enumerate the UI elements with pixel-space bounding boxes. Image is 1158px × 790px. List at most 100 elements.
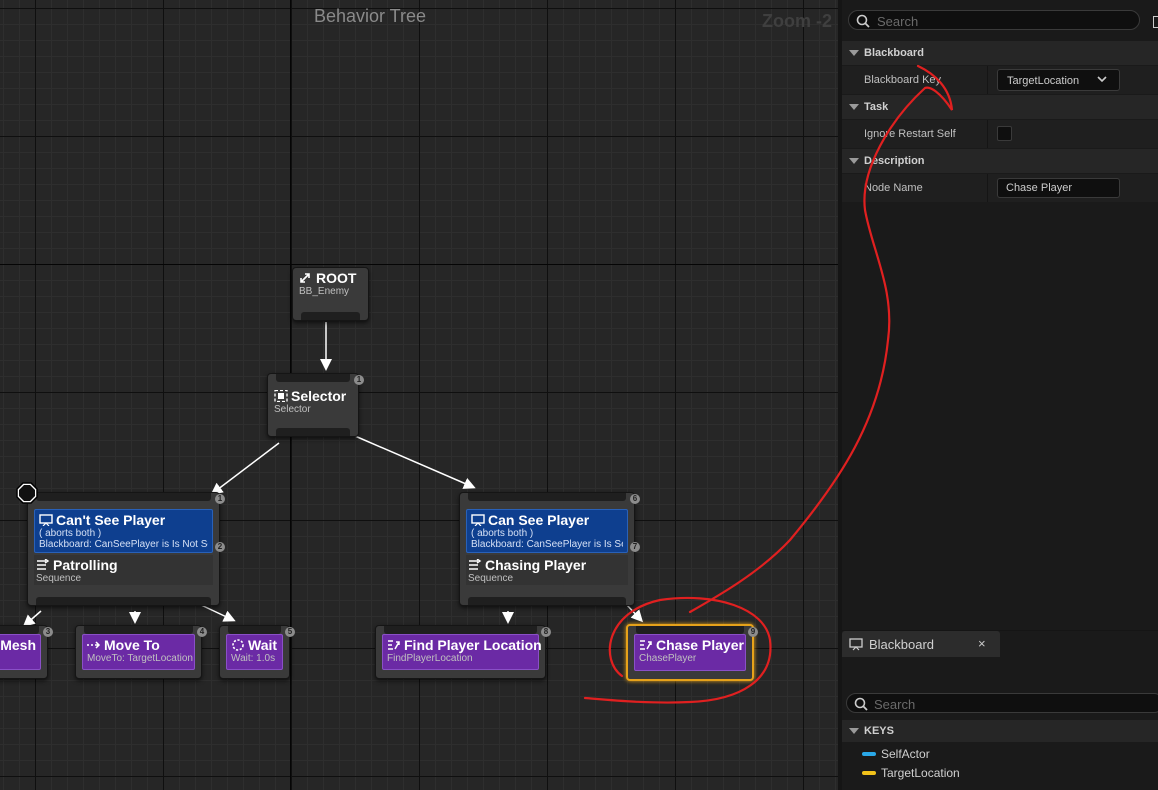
blackboard-search-input[interactable]: Search bbox=[846, 693, 1158, 713]
chasing-player-node[interactable]: 6 Can See Player ( aborts both ) Blackbo… bbox=[459, 492, 640, 606]
mesh-input-pin[interactable] bbox=[0, 626, 39, 634]
blackboard-key-dropdown[interactable]: TargetLocation bbox=[997, 69, 1120, 91]
decorator-index-badge: 7 bbox=[630, 542, 640, 552]
collapse-arrow-icon bbox=[849, 728, 859, 734]
mesh-task-node[interactable]: 3 Mesh bbox=[0, 625, 53, 679]
blackboard-icon bbox=[849, 638, 863, 651]
root-output-pin[interactable] bbox=[301, 312, 360, 320]
collapse-arrow-icon bbox=[849, 104, 859, 110]
chase-player-input-pin[interactable] bbox=[636, 626, 744, 634]
root-node[interactable]: ROOT BB_Enemy bbox=[292, 267, 369, 321]
chevron-down-icon bbox=[1097, 76, 1107, 83]
details-search-input[interactable]: Search bbox=[848, 10, 1140, 30]
collapse-arrow-icon bbox=[849, 50, 859, 56]
patrolling-title: Patrolling bbox=[36, 557, 211, 573]
wait-subtitle: Wait: 1.0s bbox=[231, 653, 276, 664]
patrolling-node[interactable]: 1 Can't See Player ( aborts both ) Black… bbox=[27, 492, 225, 606]
blackboard-key-label: Blackboard Key bbox=[864, 74, 942, 86]
find-player-subtitle: FindPlayerLocation bbox=[387, 653, 473, 664]
selector-icon bbox=[274, 390, 288, 402]
mesh-index-badge: 3 bbox=[43, 627, 53, 637]
chasing-subtitle: Sequence bbox=[468, 573, 514, 584]
wait-icon bbox=[232, 639, 244, 651]
blackboard-icon bbox=[39, 514, 53, 526]
selector-input-pin[interactable] bbox=[276, 374, 350, 382]
details-panel: Search Blackboard Blackboard Key TargetL… bbox=[842, 0, 1158, 630]
blackboard-tab-label: Blackboard bbox=[869, 637, 935, 652]
root-subtitle: BB_Enemy bbox=[299, 286, 350, 297]
root-title: ROOT bbox=[299, 270, 362, 286]
node-name-label: Node Name bbox=[864, 182, 923, 194]
selector-title-text: Selector bbox=[291, 388, 347, 404]
chasing-title: Chasing Player bbox=[468, 557, 626, 573]
object-key-swatch bbox=[862, 752, 876, 756]
decorator-aborts: ( aborts both ) bbox=[471, 528, 534, 539]
section-task-label: Task bbox=[864, 101, 889, 113]
move-to-input-pin[interactable] bbox=[84, 626, 193, 634]
wait-input-pin[interactable] bbox=[228, 626, 281, 634]
wait-index-badge: 5 bbox=[285, 627, 295, 637]
selector-output-pin[interactable] bbox=[276, 428, 350, 436]
vector-key-swatch bbox=[862, 771, 876, 775]
patrolling-subtitle: Sequence bbox=[36, 573, 82, 584]
row-divider bbox=[987, 66, 988, 94]
keys-header-label: KEYS bbox=[864, 725, 894, 737]
settings-icon[interactable] bbox=[1153, 16, 1158, 28]
wait-title: Wait bbox=[231, 637, 278, 653]
selector-subtitle: Selector bbox=[274, 404, 311, 415]
chase-player-task-node[interactable]: 9 Chase Player ChasePlayer bbox=[626, 624, 758, 681]
mesh-title: Mesh bbox=[0, 637, 36, 653]
collapse-arrow-icon bbox=[849, 158, 859, 164]
keys-section-header[interactable]: KEYS bbox=[842, 720, 1158, 742]
sequence-icon bbox=[37, 559, 50, 570]
root-title-text: ROOT bbox=[316, 270, 357, 286]
key-item-self-actor[interactable]: SelfActor bbox=[862, 747, 930, 761]
blackboard-icon bbox=[471, 514, 485, 526]
search-icon bbox=[856, 14, 870, 28]
can-see-player-decorator[interactable]: Can See Player ( aborts both ) Blackboar… bbox=[466, 509, 628, 553]
task-icon bbox=[388, 640, 400, 650]
selector-node[interactable]: 1 Selector Selector bbox=[267, 373, 364, 437]
patrolling-index-badge: 1 bbox=[215, 494, 225, 504]
chasing-index-badge: 6 bbox=[630, 494, 640, 504]
move-to-title: Move To bbox=[87, 637, 190, 653]
chase-player-subtitle: ChasePlayer bbox=[639, 653, 697, 664]
behavior-tree-graph[interactable]: Behavior Tree Zoom -2 ROOT BB_Enemy 1 Se… bbox=[0, 0, 838, 790]
chasing-input-pin[interactable] bbox=[468, 493, 626, 501]
node-name-input[interactable]: Chase Player bbox=[997, 178, 1120, 198]
find-player-title-text: Find Player Location bbox=[404, 637, 542, 653]
row-blackboard-key: Blackboard Key TargetLocation bbox=[842, 66, 1158, 94]
blackboard-panel: Blackboard × Search KEYS SelfActor Targe… bbox=[842, 631, 1158, 790]
close-tab-button[interactable]: × bbox=[978, 636, 986, 651]
ignore-restart-checkbox[interactable] bbox=[997, 126, 1012, 141]
blackboard-key-value: TargetLocation bbox=[1007, 75, 1080, 87]
section-description-label: Description bbox=[864, 155, 925, 167]
patrolling-input-pin[interactable] bbox=[36, 493, 211, 501]
wait-title-text: Wait bbox=[248, 637, 278, 653]
wait-task-node[interactable]: 5 Wait Wait: 1.0s bbox=[219, 625, 295, 679]
section-task[interactable]: Task bbox=[842, 95, 1158, 119]
chasing-body: Chasing Player Sequence bbox=[466, 555, 628, 585]
section-description[interactable]: Description bbox=[842, 149, 1158, 173]
chasing-title-text: Chasing Player bbox=[485, 557, 587, 573]
decorator-title: Can See Player bbox=[471, 512, 623, 528]
decorator-title-text: Can't See Player bbox=[56, 512, 166, 528]
chasing-output-pin[interactable] bbox=[468, 597, 626, 605]
decorator-title: Can't See Player bbox=[39, 512, 208, 528]
root-icon bbox=[300, 273, 310, 283]
move-to-subtitle: MoveTo: TargetLocation bbox=[87, 653, 193, 664]
row-ignore-restart-self: Ignore Restart Self bbox=[842, 120, 1158, 148]
find-player-input-pin[interactable] bbox=[384, 626, 537, 634]
find-player-index-badge: 8 bbox=[541, 627, 551, 637]
blackboard-tab[interactable]: Blackboard × bbox=[842, 631, 1000, 657]
cant-see-player-decorator[interactable]: Can't See Player ( aborts both ) Blackbo… bbox=[34, 509, 213, 553]
key-item-target-location[interactable]: TargetLocation bbox=[862, 766, 960, 780]
find-player-location-task-node[interactable]: 8 Find Player Location FindPlayerLocatio… bbox=[375, 625, 551, 679]
find-player-title: Find Player Location bbox=[387, 637, 542, 653]
patrolling-output-pin[interactable] bbox=[36, 597, 211, 605]
chase-player-title-text: Chase Player bbox=[656, 637, 744, 653]
patrolling-title-text: Patrolling bbox=[53, 557, 118, 573]
decorator-aborts: ( aborts both ) bbox=[39, 528, 102, 539]
section-blackboard[interactable]: Blackboard bbox=[842, 41, 1158, 65]
move-to-task-node[interactable]: 4 Move To MoveTo: TargetLocation bbox=[75, 625, 207, 679]
